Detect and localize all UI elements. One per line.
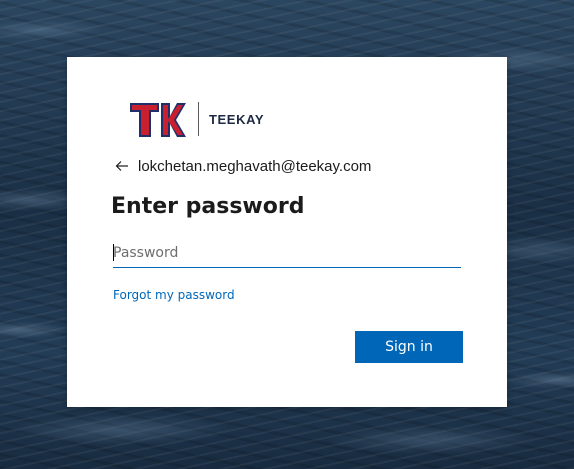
password-input[interactable] xyxy=(113,239,461,268)
logo-divider xyxy=(198,102,199,136)
back-arrow-icon[interactable] xyxy=(115,159,129,173)
logo-wordmark: TEEKAY xyxy=(209,111,265,127)
identity-banner[interactable]: lokchetan.meghavath@teekay.com xyxy=(115,155,371,177)
company-logo: TEEKAY xyxy=(130,99,264,139)
teekay-tk-logo xyxy=(130,103,186,137)
account-email: lokchetan.meghavath@teekay.com xyxy=(138,157,372,175)
text-cursor xyxy=(113,244,114,261)
sign-in-card: TEEKAY lokchetan.meghavath@teekay.com En… xyxy=(67,57,507,407)
sign-in-button[interactable]: Sign in xyxy=(355,331,463,363)
forgot-password-link[interactable]: Forgot my password xyxy=(113,288,235,302)
page-title: Enter password xyxy=(111,194,305,219)
